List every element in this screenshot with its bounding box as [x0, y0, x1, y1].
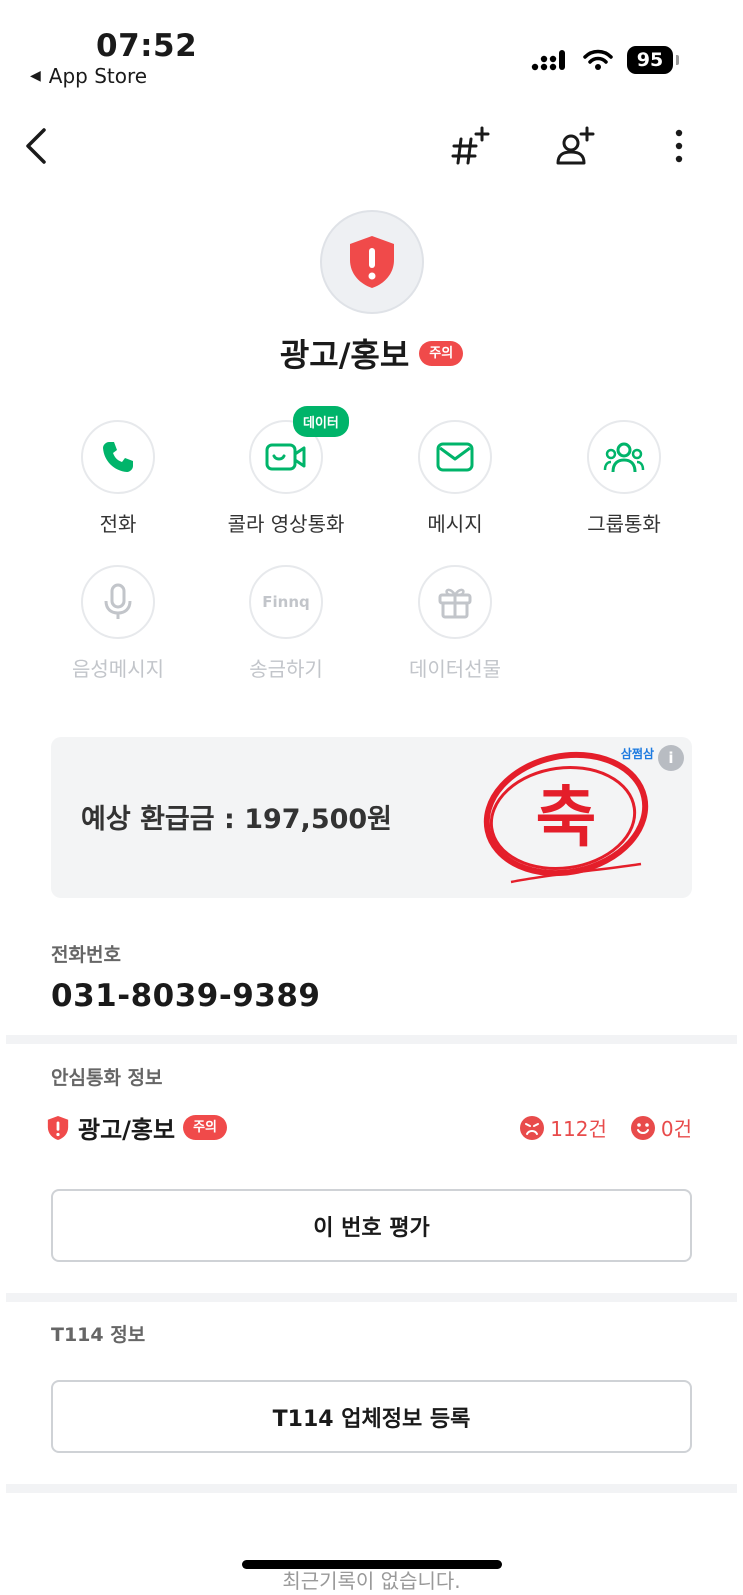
group-call-icon [603, 442, 645, 473]
add-tag-button[interactable] [447, 122, 495, 170]
action-group-call[interactable]: 그룹통화 [544, 420, 704, 537]
section-divider [6, 1035, 737, 1044]
safe-call-label: 안심통화 정보 [51, 1067, 163, 1089]
safe-call-category: 광고/홍보 [78, 1116, 176, 1144]
section-divider [6, 1293, 737, 1302]
action-label: 전화 [99, 512, 137, 536]
stamp-text: 축 [536, 779, 597, 856]
negative-rating: 112건 [520, 1113, 607, 1142]
back-to-app-store[interactable]: ◀ App Store [30, 64, 147, 88]
action-label: 그룹통화 [587, 512, 661, 536]
action-voice-message[interactable]: 음성메시지 [38, 565, 198, 682]
angry-face-icon [520, 1115, 545, 1140]
warning-shield-icon [47, 1115, 69, 1140]
action-label: 송금하기 [249, 657, 323, 681]
rate-number-button[interactable]: 이 번호 평가 [51, 1189, 692, 1262]
recent-empty-text: 최근기록이 없습니다. [282, 1569, 461, 1593]
ad-text: 예상 환급금 : 197,500원 [81, 804, 393, 835]
action-video-call[interactable]: 데이터 콜라 영상통화 [206, 406, 366, 537]
chevron-left-icon [26, 128, 46, 164]
microphone-icon [104, 583, 132, 619]
gift-icon [438, 588, 472, 619]
avatar [320, 210, 424, 314]
phone-number[interactable]: 031-8039-9389 [51, 978, 321, 1014]
more-vertical-icon [675, 129, 683, 163]
status-indicators: 95 [531, 46, 679, 74]
video-call-icon [265, 443, 306, 471]
t114-register-button[interactable]: T114 업체정보 등록 [51, 1380, 692, 1453]
data-badge: 데이터 [293, 406, 349, 437]
contact-name: 광고/홍보 [279, 336, 410, 374]
back-triangle-icon: ◀ [30, 68, 41, 84]
finnq-icon: Finnq [262, 593, 310, 611]
action-data-gift[interactable]: 데이터선물 [375, 565, 535, 682]
action-label: 데이터선물 [409, 657, 501, 681]
positive-rating: 0건 [630, 1113, 692, 1142]
wifi-icon [583, 49, 613, 70]
home-indicator[interactable] [242, 1560, 502, 1569]
back-button[interactable] [18, 122, 58, 170]
positive-count: 0건 [660, 1117, 692, 1141]
warning-badge: 주의 [419, 340, 464, 366]
hashtag-plus-icon [451, 126, 490, 165]
negative-count: 112건 [550, 1117, 607, 1141]
more-options-button[interactable] [655, 122, 703, 170]
ad-info-icon[interactable]: i [658, 745, 684, 771]
message-icon [436, 442, 474, 472]
warning-shield-icon [350, 236, 394, 288]
back-app-label: App Store [48, 64, 148, 88]
action-label: 콜라 영상통화 [227, 512, 345, 536]
person-plus-icon [556, 126, 595, 165]
action-send-money[interactable]: Finnq 송금하기 [206, 565, 366, 682]
section-divider [6, 1484, 737, 1493]
action-label: 메시지 [427, 512, 483, 536]
warning-badge: 주의 [183, 1115, 228, 1140]
celebration-stamp: 축 [483, 751, 649, 884]
t114-label: T114 정보 [51, 1324, 146, 1346]
status-time: 07:52 [96, 28, 198, 64]
action-label: 음성메시지 [72, 657, 164, 681]
action-call[interactable]: 전화 [38, 420, 198, 537]
action-message[interactable]: 메시지 [375, 420, 535, 537]
ad-banner[interactable]: 예상 환급금 : 197,500원 삼쩜삼 i 축 [51, 737, 692, 898]
phone-icon [103, 442, 133, 472]
add-contact-button[interactable] [551, 122, 599, 170]
phone-section-label: 전화번호 [51, 944, 121, 966]
battery-indicator: 95 [627, 46, 679, 74]
smile-face-icon [630, 1115, 655, 1140]
cellular-signal-icon [531, 50, 565, 71]
